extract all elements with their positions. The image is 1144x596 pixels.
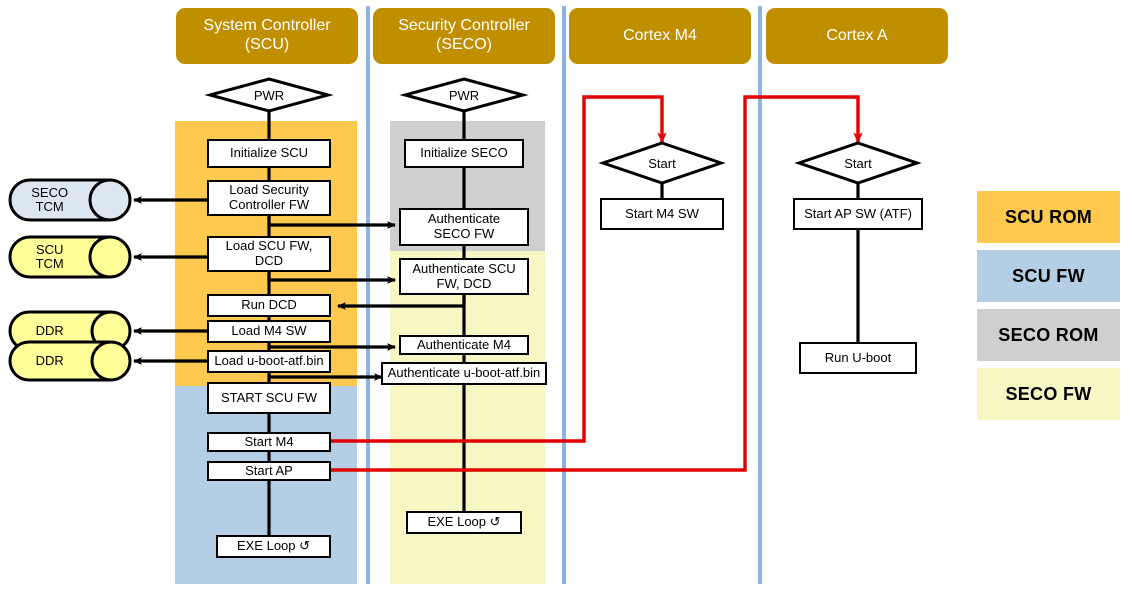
memory-scu-tcm-label: SCU TCM [10, 235, 89, 279]
node-initialize-seco[interactable]: Initialize SECO [404, 139, 524, 168]
node-start-scu-fw[interactable]: START SCU FW [207, 382, 331, 414]
lane-separator-3 [758, 6, 762, 584]
lane-header-scu-line1: System Controller [203, 17, 331, 35]
memory-seco-tcm-line2: TCM [35, 199, 64, 214]
lane-header-scu: System Controller (SCU) [176, 8, 358, 64]
node-start-ap-label: Start AP [245, 462, 293, 478]
node-load-security-controller-fw[interactable]: Load Security Controller FW [207, 180, 331, 216]
lane-separator-2 [562, 6, 566, 584]
node-seco-exe-loop-label: EXE Loop ↺ [427, 514, 501, 530]
lane-header-seco-line1: Security Controller [398, 17, 530, 35]
ca-start-diamond: Start [794, 141, 922, 185]
seco-pwr-label: PWR [448, 87, 480, 103]
node-load-uboot-atf-bin-label: Load u-boot-atf.bin [214, 353, 324, 369]
node-start-ap-sw-atf-label: Start AP SW (ATF) [804, 205, 912, 221]
m4-start-diamond: Start [598, 141, 726, 185]
legend-item-seco-fw-label: SECO FW [1005, 383, 1092, 404]
node-seco-exe-loop[interactable]: EXE Loop ↺ [406, 511, 522, 534]
legend-item-scu-rom: SCU ROM [977, 191, 1120, 243]
node-load-security-controller-fw-line1: Load Security [229, 182, 309, 198]
node-start-ap-sw-atf[interactable]: Start AP SW (ATF) [793, 198, 923, 230]
node-load-scu-fw-dcd-line2: DCD [254, 253, 284, 268]
node-authenticate-m4-label: Authenticate M4 [417, 336, 511, 352]
legend-item-seco-rom-label: SECO ROM [998, 324, 1099, 345]
legend-item-seco-fw: SECO FW [977, 368, 1120, 420]
node-load-m4-sw-label: Load M4 SW [231, 323, 307, 339]
node-run-dcd-label: Run DCD [241, 297, 297, 313]
memory-seco-tcm-label: SECO TCM [10, 178, 89, 222]
node-authenticate-scu-fw-dcd[interactable]: Authenticate SCU FW, DCD [399, 258, 529, 295]
node-authenticate-uboot-atf-bin-label: Authenticate u-boot-atf.bin [387, 365, 541, 381]
scu-pwr-diamond: PWR [204, 77, 334, 113]
node-authenticate-m4[interactable]: Authenticate M4 [399, 335, 529, 355]
memory-scu-tcm-line1: SCU [35, 241, 64, 257]
band-seco-fw [390, 251, 545, 584]
node-initialize-scu[interactable]: Initialize SCU [207, 139, 331, 168]
memory-seco-tcm: SECO TCM [8, 178, 132, 222]
node-start-scu-fw-label: START SCU FW [220, 389, 318, 405]
node-run-dcd[interactable]: Run DCD [207, 294, 331, 317]
lane-header-seco-line2: (SECO) [435, 36, 492, 53]
node-load-scu-fw-dcd[interactable]: Load SCU FW, DCD [207, 236, 331, 272]
memory-seco-tcm-line1: SECO [31, 184, 69, 200]
lane-header-cortex-m4: Cortex M4 [569, 8, 751, 64]
node-start-m4-sw[interactable]: Start M4 SW [600, 198, 724, 230]
node-authenticate-seco-fw-line1: Authenticate [427, 211, 501, 227]
node-scu-exe-loop[interactable]: EXE Loop ↺ [216, 535, 331, 558]
node-run-uboot-label: Run U-boot [824, 349, 892, 365]
lane-header-cortex-a-label: Cortex A [826, 26, 888, 44]
memory-scu-tcm: SCU TCM [8, 235, 132, 279]
memory-ddr-2-label: DDR [35, 352, 64, 368]
node-authenticate-uboot-atf-bin[interactable]: Authenticate u-boot-atf.bin [381, 362, 547, 385]
m4-start-label: Start [648, 155, 676, 171]
legend-item-scu-fw-label: SCU FW [1012, 265, 1085, 286]
node-start-ap[interactable]: Start AP [207, 461, 331, 481]
node-load-m4-sw[interactable]: Load M4 SW [207, 320, 331, 343]
node-authenticate-scu-fw-dcd-line2: FW, DCD [436, 275, 492, 291]
node-start-m4-sw-label: Start M4 SW [625, 205, 699, 221]
lane-header-scu-line2: (SCU) [244, 36, 290, 53]
memory-scu-tcm-line2: TCM [35, 256, 64, 271]
node-scu-exe-loop-label: EXE Loop ↺ [236, 538, 311, 554]
memory-ddr-2: DDR [8, 340, 132, 382]
node-load-uboot-atf-bin[interactable]: Load u-boot-atf.bin [207, 350, 331, 373]
connector-layer [133, 95, 863, 535]
boot-flow-diagram: System Controller (SCU) Security Control… [0, 0, 1144, 596]
seco-pwr-diamond: PWR [399, 77, 529, 113]
node-authenticate-seco-fw[interactable]: Authenticate SECO FW [399, 208, 529, 246]
node-authenticate-scu-fw-dcd-line1: Authenticate SCU [412, 260, 516, 276]
node-load-security-controller-fw-line2: Controller FW [228, 197, 310, 212]
node-authenticate-seco-fw-line2: SECO FW [433, 226, 495, 241]
lane-header-cortex-m4-label: Cortex M4 [623, 26, 697, 44]
scu-pwr-label: PWR [253, 87, 285, 103]
node-initialize-scu-label: Initialize SCU [229, 145, 309, 161]
lane-header-cortex-a: Cortex A [766, 8, 948, 64]
node-start-m4-label: Start M4 [244, 433, 294, 449]
lane-separator-1 [366, 6, 370, 584]
lane-header-seco: Security Controller (SECO) [373, 8, 555, 64]
node-run-uboot[interactable]: Run U-boot [799, 342, 917, 374]
legend-item-scu-rom-label: SCU ROM [1004, 206, 1093, 227]
legend-item-seco-rom: SECO ROM [977, 309, 1120, 361]
legend-item-scu-fw: SCU FW [977, 250, 1120, 302]
node-start-m4[interactable]: Start M4 [207, 432, 331, 452]
node-initialize-seco-label: Initialize SECO [420, 145, 508, 161]
node-load-scu-fw-dcd-line1: Load SCU FW, [225, 238, 313, 254]
ca-start-label: Start [844, 155, 872, 171]
